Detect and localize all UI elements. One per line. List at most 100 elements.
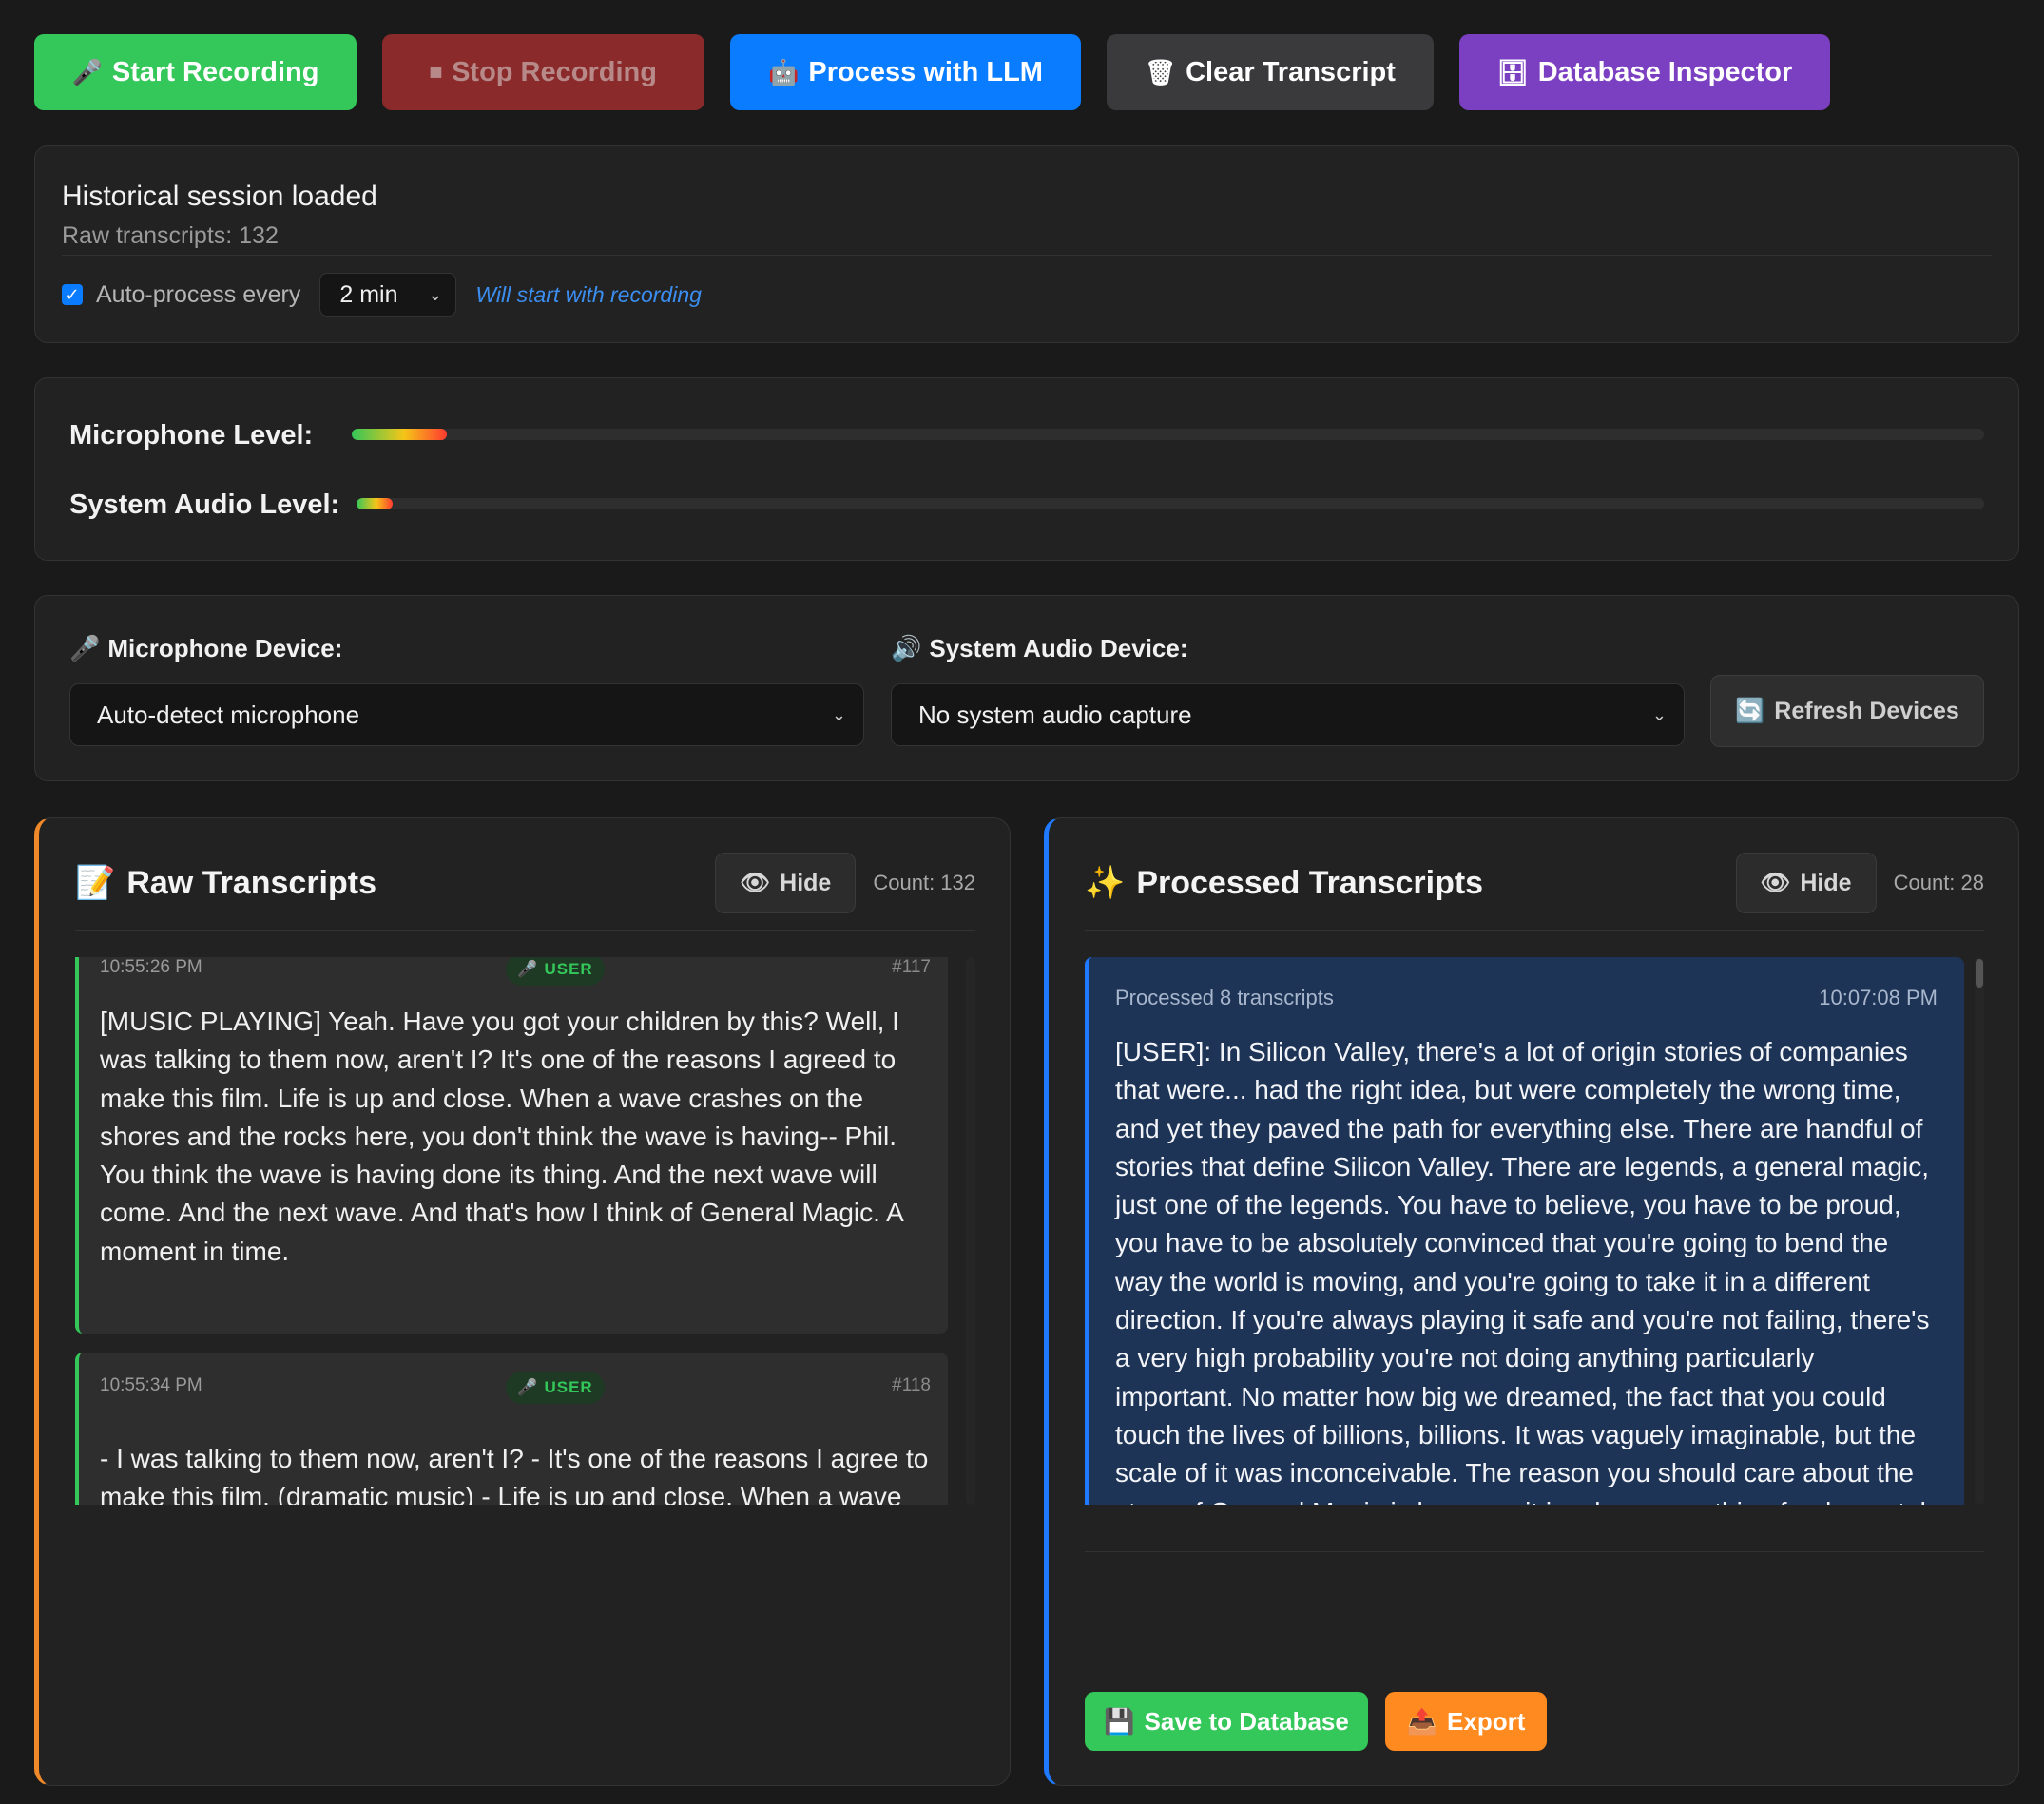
session-status-panel: Historical session loaded Raw transcript… [34,145,2019,343]
system-audio-device-label: 🔊 System Audio Device: [891,634,1188,663]
processed-action-buttons: 💾 Save to Database 📤 Export [1085,1692,1547,1751]
sparkles-icon: ✨ [1085,865,1126,901]
list-item: 10:55:26 PM 🎤 USER #117 [MUSIC PLAYING] Y… [75,957,948,1334]
hide-processed-button[interactable]: 👁 Hide [1735,853,1877,913]
clear-transcript-button[interactable]: 🗑 Clear Transcript [1107,34,1434,110]
raw-count: Count: 132 [873,871,975,894]
device-panel: 🎤 Microphone Device: Auto-detect microph… [34,595,2019,781]
process-llm-button[interactable]: 🤖 Process with LLM [730,34,1081,110]
microphone-icon: 🎤 [71,57,103,86]
interval-value: 2 min [339,280,398,308]
chevron-down-icon: ⌄ [428,284,443,304]
processed-scrollbar[interactable] [1975,957,1984,1505]
memo-icon: 📝 [75,865,116,901]
raw-transcripts-title-text: Raw Transcripts [126,864,376,901]
processed-entry: Processed 8 transcripts 10:07:08 PM [USE… [1085,957,1964,1505]
user-badge: 🎤 USER [506,1372,605,1404]
processed-transcripts-header: ✨ Processed Transcripts 👁 Hide Count: 28 [1085,853,1984,913]
export-icon: 📤 [1406,1706,1438,1736]
system-audio-device-select[interactable]: No system audio capture ⌄ [891,683,1685,746]
hide-label: Hide [1800,869,1852,896]
processed-transcripts-title-text: Processed Transcripts [1136,864,1484,901]
entry-number: #117 [892,957,931,977]
processed-entry-summary: Processed 8 transcripts [1115,986,1334,1009]
entry-text: [MUSIC PLAYING] Yeah. Have you got your … [100,1007,903,1266]
chevron-down-icon: ⌄ [1651,704,1667,724]
trash-icon: 🗑 [1145,57,1177,86]
stop-recording-button[interactable]: ⏹ Stop Recording [382,34,704,110]
entry-text: - I was talking to them now, aren't I? -… [100,1444,929,1505]
divider [62,255,1992,256]
scroll-thumb[interactable] [1976,959,1983,988]
toolbar: 🎤 Start Recording ⏹ Stop Recording 🤖 Pro… [34,34,1830,110]
processed-transcripts-panel: ✨ Processed Transcripts 👁 Hide Count: 28… [1044,817,2019,1786]
start-recording-button[interactable]: 🎤 Start Recording [34,34,357,110]
export-label: Export [1447,1706,1526,1736]
raw-transcripts-title: 📝 Raw Transcripts [75,864,715,902]
save-to-database-label: Save to Database [1144,1706,1349,1736]
raw-transcript-count: Raw transcripts: 132 [62,222,279,249]
entry-timestamp: 10:55:34 PM [100,1375,202,1395]
system-audio-level-meter [357,498,1984,509]
microphone-level-meter [352,429,1984,440]
robot-icon: 🤖 [768,57,800,86]
processed-entry-timestamp: 10:07:08 PM [1819,986,1938,1009]
system-audio-device-value: No system audio capture [918,700,1192,729]
microphone-device-value: Auto-detect microphone [97,700,360,729]
microphone-device-label-text: Microphone Device: [107,634,343,662]
speaker-icon: 🔊 [891,634,922,662]
eye-icon: 👁 [1760,869,1791,896]
system-audio-device-label-text: System Audio Device: [929,634,1188,662]
microphone-level-fill [352,429,447,440]
auto-process-checkbox[interactable]: ✓ [62,284,83,305]
divider [75,930,975,931]
hide-raw-button[interactable]: 👁 Hide [715,853,857,913]
badge-label: USER [544,960,593,978]
export-button[interactable]: 📤 Export [1385,1692,1547,1751]
microphone-level-label: Microphone Level: [69,420,314,451]
stop-recording-label: Stop Recording [452,56,657,87]
database-inspector-label: Database Inspector [1537,56,1793,87]
eye-icon: 👁 [740,869,771,896]
start-recording-label: Start Recording [111,56,319,87]
entry-timestamp: 10:55:26 PM [100,957,202,977]
raw-transcripts-list[interactable]: 10:55:26 PM 🎤 USER #117 [MUSIC PLAYING] Y… [75,957,975,1505]
raw-transcripts-header: 📝 Raw Transcripts 👁 Hide Count: 132 [75,853,975,913]
stop-icon: ⏹ [430,57,443,86]
processed-entry-text: [USER]: In Silicon Valley, there's a lot… [1115,1037,1934,1505]
microphone-icon: 🎤 [517,960,539,978]
system-audio-level-fill [357,498,393,509]
clear-transcript-label: Clear Transcript [1186,56,1396,87]
auto-process-interval-select[interactable]: 2 min ⌄ [319,273,457,317]
entry-number: #118 [892,1375,931,1395]
processed-transcripts-list[interactable]: Processed 8 transcripts 10:07:08 PM [USE… [1085,957,1984,1505]
refresh-devices-button[interactable]: 🔄 Refresh Devices [1710,675,1984,747]
session-status-title: Historical session loaded [62,181,377,212]
processed-transcripts-title: ✨ Processed Transcripts [1085,864,1736,902]
microphone-device-select[interactable]: Auto-detect microphone ⌄ [69,683,864,746]
processed-entry-meta: Processed 8 transcripts 10:07:08 PM [1115,986,1938,1010]
divider [1085,1551,1984,1552]
list-item: 10:55:34 PM 🎤 USER #118 - I was talking t… [75,1353,948,1505]
raw-transcripts-panel: 📝 Raw Transcripts 👁 Hide Count: 132 10:5… [34,817,1011,1786]
system-audio-level-label: System Audio Level: [69,489,340,520]
auto-process-label: Auto-process every [96,280,301,308]
refresh-devices-label: Refresh Devices [1774,697,1959,724]
raw-scrollbar[interactable] [966,957,975,1505]
processed-count: Count: 28 [1893,871,1984,894]
hide-label: Hide [780,869,832,896]
badge-label: USER [544,1378,593,1396]
save-to-database-button[interactable]: 💾 Save to Database [1085,1692,1368,1751]
microphone-icon: 🎤 [69,634,101,662]
microphone-icon: 🎤 [517,1378,539,1396]
microphone-device-label: 🎤 Microphone Device: [69,634,342,663]
floppy-disk-icon: 💾 [1104,1706,1135,1736]
divider [1085,930,1984,931]
database-inspector-button[interactable]: 🗄 Database Inspector [1459,34,1830,110]
database-icon: 🗄 [1496,57,1529,86]
audio-levels-panel: Microphone Level: System Audio Level: [34,377,2019,561]
process-llm-label: Process with LLM [808,56,1043,87]
auto-process-note: Will start with recording [475,281,702,307]
chevron-down-icon: ⌄ [831,704,846,724]
auto-process-row: ✓ Auto-process every 2 min ⌄ Will start … [62,273,702,317]
